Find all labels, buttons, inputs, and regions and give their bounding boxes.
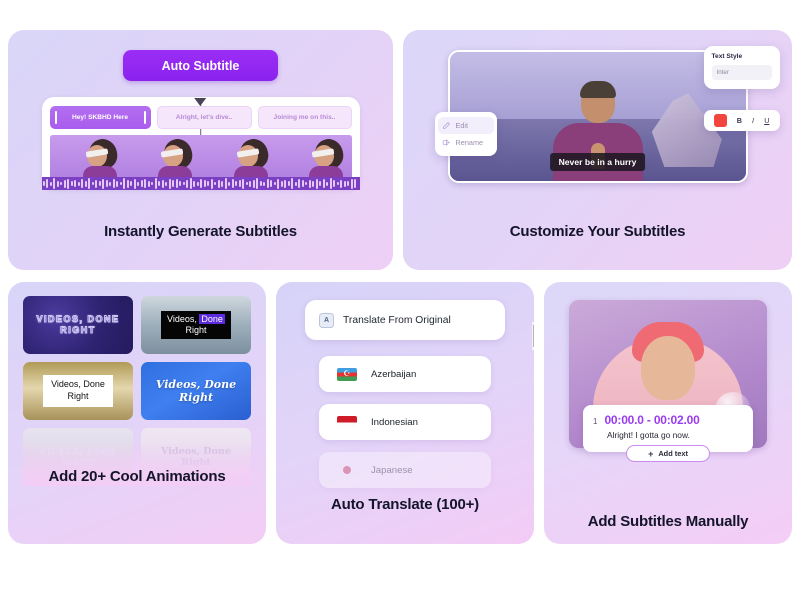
- add-text-button[interactable]: + Add text: [626, 445, 710, 462]
- card-title-wrap: Customize Your Subtitles: [421, 223, 774, 254]
- card-title: Add Subtitles Manually: [587, 513, 749, 530]
- menu-item-label: Edit: [455, 121, 469, 130]
- pencil-icon: [442, 121, 450, 129]
- menu-item-label: Rename: [455, 138, 484, 147]
- language-label: Azerbaijan: [371, 368, 417, 380]
- menu-item-edit[interactable]: Edit: [437, 117, 494, 134]
- subtitle-text[interactable]: Alright! I gotta go now.: [607, 430, 743, 440]
- video-frame: [125, 135, 201, 182]
- flag-indonesia-icon: [337, 415, 357, 429]
- card-title-wrap: Add Subtitles Manually: [560, 487, 776, 544]
- video-filmstrip[interactable]: [41, 135, 360, 190]
- language-item-azerbaijan[interactable]: Azerbaijan: [319, 356, 491, 392]
- plus-icon: +: [648, 448, 654, 459]
- animation-text: Videos, Done Right: [161, 310, 231, 340]
- animation-gallery: VIDEOS, DONE RIGHT Videos, Done Right Vide…: [23, 296, 251, 486]
- subtitle-chip[interactable]: Alright, let's dive..: [156, 106, 252, 129]
- video-preview[interactable]: 1 00:00.0 - 00:02.00 Alright! I gotta go…: [569, 300, 767, 462]
- subtitle-timestamp: 00:00.0 - 00:02.00: [604, 413, 700, 427]
- italic-button[interactable]: I: [752, 116, 754, 125]
- animation-text: VIDEOS, DONE RIGHT: [39, 446, 117, 467]
- card-title-wrap: Instantly Generate Subtitles: [26, 223, 375, 254]
- subtitle-timing: 1 00:00.0 - 00:02.00: [593, 413, 743, 427]
- video-frame: [200, 135, 276, 182]
- card-auto-translate: A Translate From Original Azerbaijan Ind…: [276, 282, 534, 544]
- bold-button[interactable]: B: [737, 116, 742, 125]
- video-frame: [49, 135, 125, 182]
- card-title: Add 20+ Cool Animations: [48, 468, 226, 485]
- animation-thumbnail[interactable]: Videos, Done Right: [23, 362, 133, 420]
- add-text-label: Add text: [658, 449, 688, 458]
- text-color-swatch[interactable]: [713, 114, 727, 127]
- feature-grid-page: Auto Subtitle Hey! SKBHD Here Alright, l…: [0, 0, 800, 600]
- video-preview[interactable]: Never be in a hurry Edit Rename Text Sty…: [434, 46, 780, 183]
- language-label: Indonesian: [371, 416, 418, 428]
- subtitle-chip-list: Hey! SKBHD Here Alright, let's dive.. Jo…: [49, 106, 352, 129]
- card-add-cool-animations: VIDEOS, DONE RIGHT Videos, Done Right Vide…: [8, 282, 266, 544]
- flag-azerbaijan-icon: [337, 367, 357, 381]
- card-add-subtitles-manually: 1 00:00.0 - 00:02.00 Alright! I gotta go…: [544, 282, 792, 544]
- video-caption: Never be in a hurry: [549, 153, 646, 171]
- animation-thumbnail[interactable]: VIDEOS, DONE RIGHT: [23, 296, 133, 354]
- animation-text: VIDEOS, DONE RIGHT: [36, 313, 120, 335]
- card-title-wrap: Add 20+ Cool Animations: [24, 468, 250, 499]
- auto-subtitle-button[interactable]: Auto Subtitle: [123, 50, 278, 81]
- animation-text: Videos, Done Right: [43, 375, 113, 407]
- language-item-indonesian[interactable]: Indonesian: [319, 404, 491, 440]
- translate-button-label: Translate From Original: [343, 314, 451, 326]
- card-title: Instantly Generate Subtitles: [104, 223, 297, 240]
- top-row: Auto Subtitle Hey! SKBHD Here Alright, l…: [8, 30, 792, 270]
- subtitle-chip[interactable]: Joining me on this..: [257, 106, 352, 129]
- translate-icon: A: [319, 312, 334, 328]
- card-title-wrap: Auto Translate (100+): [292, 496, 518, 527]
- text-style-label: Text Style: [711, 53, 743, 60]
- video-frame: [276, 135, 352, 182]
- font-family-input[interactable]: Inter: [711, 65, 772, 80]
- text-style-panel: Text Style Inter: [703, 46, 780, 89]
- subtitle-timeline: Hey! SKBHD Here Alright, let's dive.. Jo…: [41, 97, 360, 190]
- language-label: Japanese: [371, 464, 413, 476]
- context-menu[interactable]: Edit Rename: [434, 112, 497, 156]
- subtitle-chip[interactable]: Hey! SKBHD Here: [49, 106, 151, 129]
- card-title: Auto Translate (100+): [331, 496, 479, 513]
- underline-button[interactable]: U: [764, 116, 769, 125]
- format-toolbar: B I U: [703, 110, 780, 131]
- card-customize-your-subtitles: Never be in a hurry Edit Rename Text Sty…: [403, 30, 792, 270]
- language-item-japanese[interactable]: Japanese: [319, 452, 491, 488]
- audio-waveform: [41, 177, 360, 190]
- animation-thumbnail[interactable]: Videos, Done Right: [141, 362, 251, 420]
- menu-item-rename[interactable]: Rename: [435, 134, 497, 151]
- card-instantly-generate-subtitles: Auto Subtitle Hey! SKBHD Here Alright, l…: [8, 30, 393, 270]
- rename-icon: [442, 139, 450, 146]
- animation-text: Videos, Done Right: [160, 445, 231, 469]
- subtitle-index: 1: [593, 417, 598, 426]
- card-title: Customize Your Subtitles: [509, 223, 686, 240]
- animation-thumbnail[interactable]: Videos, Done Right: [141, 296, 251, 354]
- animation-text: Videos, Done Right: [155, 377, 237, 404]
- flag-japan-icon: [337, 463, 357, 477]
- translate-from-original-button[interactable]: A Translate From Original: [305, 300, 534, 351]
- bottom-row: VIDEOS, DONE RIGHT Videos, Done Right Vide…: [8, 282, 792, 544]
